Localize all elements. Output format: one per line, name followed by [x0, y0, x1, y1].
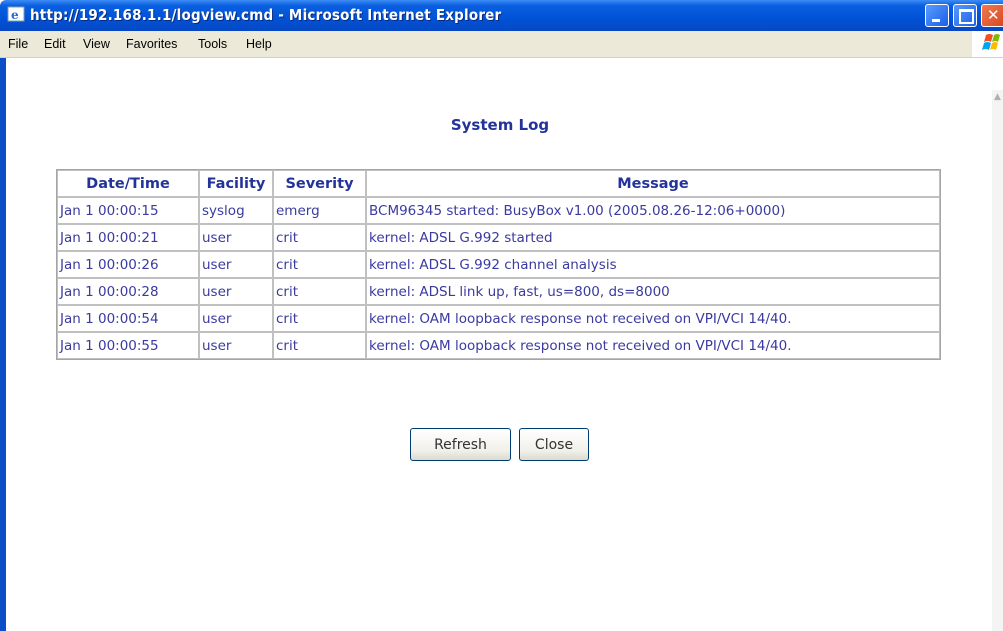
- system-log-table: Date/Time Facility Severity Message Jan …: [56, 169, 941, 360]
- menu-favorites[interactable]: Favorites: [126, 37, 177, 51]
- menu-tools[interactable]: Tools: [198, 37, 227, 51]
- close-button[interactable]: Close: [519, 428, 589, 461]
- cell-message: kernel: ADSL link up, fast, us=800, ds=8…: [366, 278, 940, 305]
- cell-datetime: Jan 1 00:00:28: [57, 278, 199, 305]
- cell-message: BCM96345 started: BusyBox v1.00 (2005.08…: [366, 197, 940, 224]
- cell-facility: user: [199, 332, 273, 359]
- column-header-facility: Facility: [199, 170, 273, 197]
- cell-facility: user: [199, 278, 273, 305]
- cell-severity: emerg: [273, 197, 366, 224]
- cell-datetime: Jan 1 00:00:55: [57, 332, 199, 359]
- cell-message: kernel: OAM loopback response not receiv…: [366, 332, 940, 359]
- menu-help[interactable]: Help: [246, 37, 272, 51]
- page-title: System Log: [450, 116, 550, 134]
- scroll-up-icon[interactable]: ▲: [994, 92, 1003, 106]
- table-row: Jan 1 00:00:21 user crit kernel: ADSL G.…: [57, 224, 940, 251]
- cell-severity: crit: [273, 332, 366, 359]
- cell-datetime: Jan 1 00:00:15: [57, 197, 199, 224]
- cell-severity: crit: [273, 251, 366, 278]
- table-row: Jan 1 00:00:55 user crit kernel: OAM loo…: [57, 332, 940, 359]
- cell-message: kernel: ADSL G.992 started: [366, 224, 940, 251]
- table-row: Jan 1 00:00:28 user crit kernel: ADSL li…: [57, 278, 940, 305]
- window-left-border: [0, 58, 6, 631]
- menu-file[interactable]: File: [8, 37, 28, 51]
- minimize-icon[interactable]: [925, 4, 949, 27]
- refresh-button[interactable]: Refresh: [410, 428, 511, 461]
- menu-bar: File Edit View Favorites Tools Help: [0, 31, 1003, 58]
- close-icon[interactable]: [981, 4, 1003, 27]
- table-row: Jan 1 00:00:15 syslog emerg BCM96345 sta…: [57, 197, 940, 224]
- window-title: http://192.168.1.1/logview.cmd - Microso…: [30, 6, 502, 24]
- ie-icon: e: [7, 6, 25, 24]
- cell-datetime: Jan 1 00:00:54: [57, 305, 199, 332]
- table-row: Jan 1 00:00:54 user crit kernel: OAM loo…: [57, 305, 940, 332]
- cell-facility: user: [199, 251, 273, 278]
- cell-datetime: Jan 1 00:00:21: [57, 224, 199, 251]
- table-row: Jan 1 00:00:26 user crit kernel: ADSL G.…: [57, 251, 940, 278]
- column-header-datetime: Date/Time: [57, 170, 199, 197]
- cell-severity: crit: [273, 305, 366, 332]
- table-header-row: Date/Time Facility Severity Message: [57, 170, 940, 197]
- maximize-icon[interactable]: [953, 4, 977, 27]
- windows-logo-icon: [972, 31, 1003, 57]
- cell-facility: user: [199, 224, 273, 251]
- browser-window: e http://192.168.1.1/logview.cmd - Micro…: [0, 0, 1003, 631]
- title-bar: e http://192.168.1.1/logview.cmd - Micro…: [0, 0, 1003, 31]
- cell-facility: user: [199, 305, 273, 332]
- menu-view[interactable]: View: [83, 37, 110, 51]
- cell-message: kernel: OAM loopback response not receiv…: [366, 305, 940, 332]
- svg-text:e: e: [11, 8, 19, 22]
- column-header-message: Message: [366, 170, 940, 197]
- cell-severity: crit: [273, 224, 366, 251]
- cell-severity: crit: [273, 278, 366, 305]
- cell-datetime: Jan 1 00:00:26: [57, 251, 199, 278]
- column-header-severity: Severity: [273, 170, 366, 197]
- vertical-scrollbar[interactable]: [992, 90, 1003, 631]
- cell-message: kernel: ADSL G.992 channel analysis: [366, 251, 940, 278]
- cell-facility: syslog: [199, 197, 273, 224]
- menu-edit[interactable]: Edit: [44, 37, 66, 51]
